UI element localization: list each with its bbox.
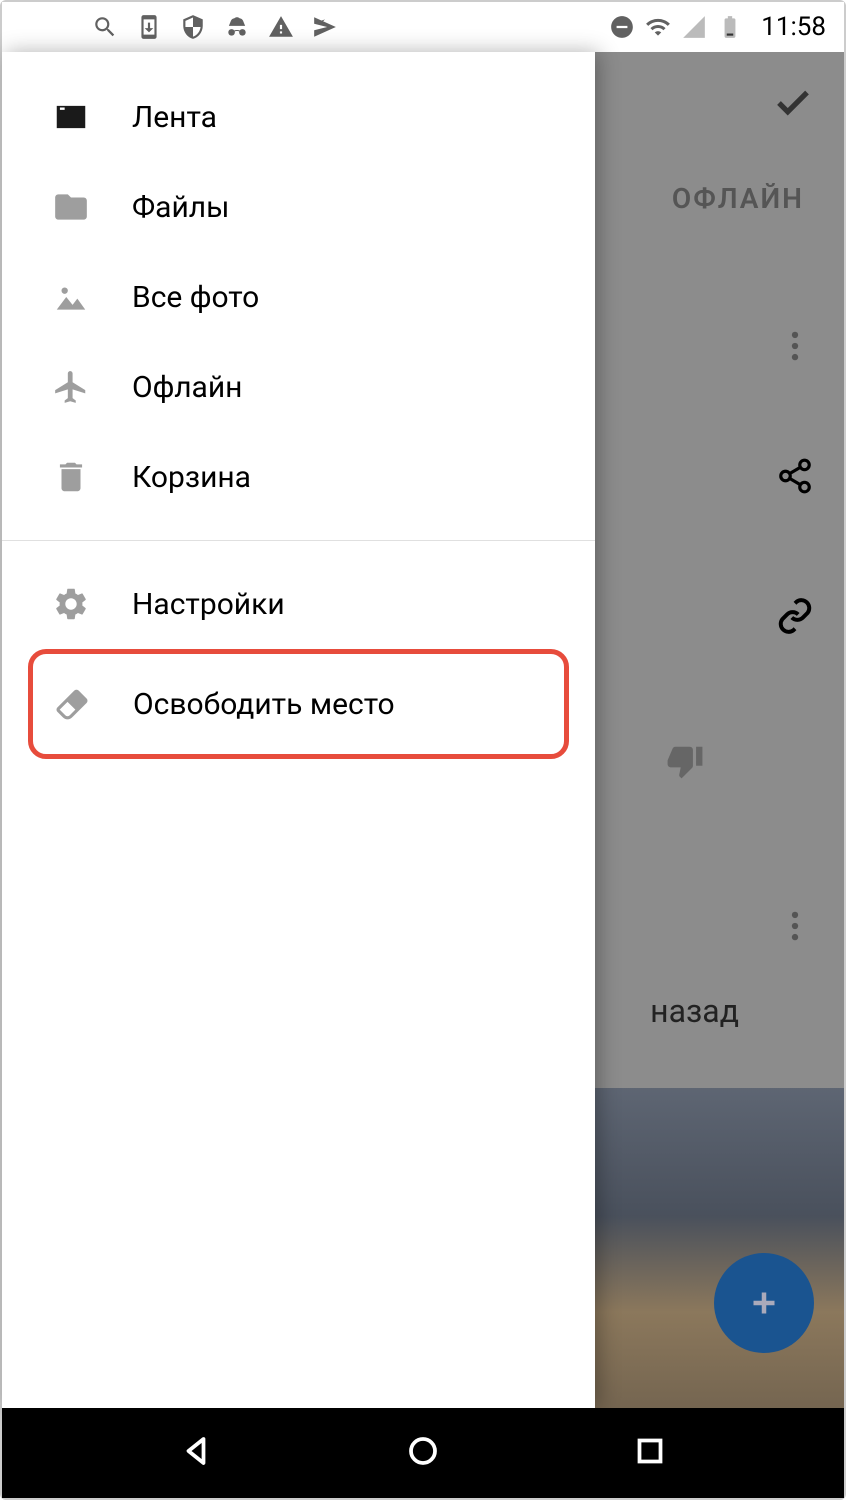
feed-icon <box>52 98 90 136</box>
warning-icon <box>268 14 294 40</box>
download-icon <box>136 14 162 40</box>
drawer-item-trash[interactable]: Корзина <box>2 432 595 522</box>
status-left <box>92 14 338 40</box>
photos-icon <box>52 278 90 316</box>
thumbnail-image[interactable] <box>594 1088 844 1408</box>
trash-icon <box>52 458 90 496</box>
status-time: 11:58 <box>761 12 826 42</box>
confirm-icon[interactable] <box>772 82 814 128</box>
share-icon[interactable] <box>776 457 814 499</box>
drawer-item-feed[interactable]: Лента <box>2 72 595 162</box>
link-icon[interactable] <box>776 597 814 639</box>
status-bar: 11:58 <box>2 2 844 52</box>
more-icon[interactable] <box>776 327 814 369</box>
thumbs-down-icon[interactable] <box>666 742 704 784</box>
shield-icon <box>180 14 206 40</box>
drawer-item-offline[interactable]: Офлайн <box>2 342 595 432</box>
folder-icon <box>52 188 90 226</box>
search-icon <box>92 14 118 40</box>
highlight-free-space: Освободить место <box>28 649 569 759</box>
drawer-item-settings[interactable]: Настройки <box>2 559 595 649</box>
nav-drawer: Лента Файлы Все фото Офлайн Корзина Наст… <box>2 52 595 1408</box>
incognito-icon <box>224 14 250 40</box>
text-back: назад <box>650 992 739 1030</box>
drawer-item-label: Настройки <box>132 587 285 622</box>
nav-recent-button[interactable] <box>632 1433 668 1473</box>
battery-icon <box>717 14 743 40</box>
android-nav-bar <box>2 1408 844 1498</box>
nav-home-button[interactable] <box>405 1433 441 1473</box>
fab-add-button[interactable] <box>714 1253 814 1353</box>
drawer-item-label: Офлайн <box>132 370 242 405</box>
dnd-icon <box>609 14 635 40</box>
drawer-item-label: Освободить место <box>133 687 395 722</box>
status-right: 11:58 <box>609 12 826 42</box>
drawer-item-label: Все фото <box>132 280 259 315</box>
send-icon <box>312 14 338 40</box>
drawer-item-all-photos[interactable]: Все фото <box>2 252 595 342</box>
drawer-item-files[interactable]: Файлы <box>2 162 595 252</box>
more-icon-2[interactable] <box>776 907 814 949</box>
drawer-item-label: Корзина <box>132 460 251 495</box>
eraser-icon <box>53 685 91 723</box>
signal-icon <box>681 14 707 40</box>
airplane-icon <box>52 368 90 406</box>
drawer-item-free-space[interactable]: Освободить место <box>33 654 564 754</box>
drawer-item-label: Лента <box>132 100 217 135</box>
wifi-icon <box>645 14 671 40</box>
nav-back-button[interactable] <box>178 1433 214 1473</box>
divider <box>2 540 595 541</box>
drawer-item-label: Файлы <box>132 190 229 225</box>
gear-icon <box>52 585 90 623</box>
tab-offline[interactable]: ОФЛАЙН <box>672 182 804 215</box>
